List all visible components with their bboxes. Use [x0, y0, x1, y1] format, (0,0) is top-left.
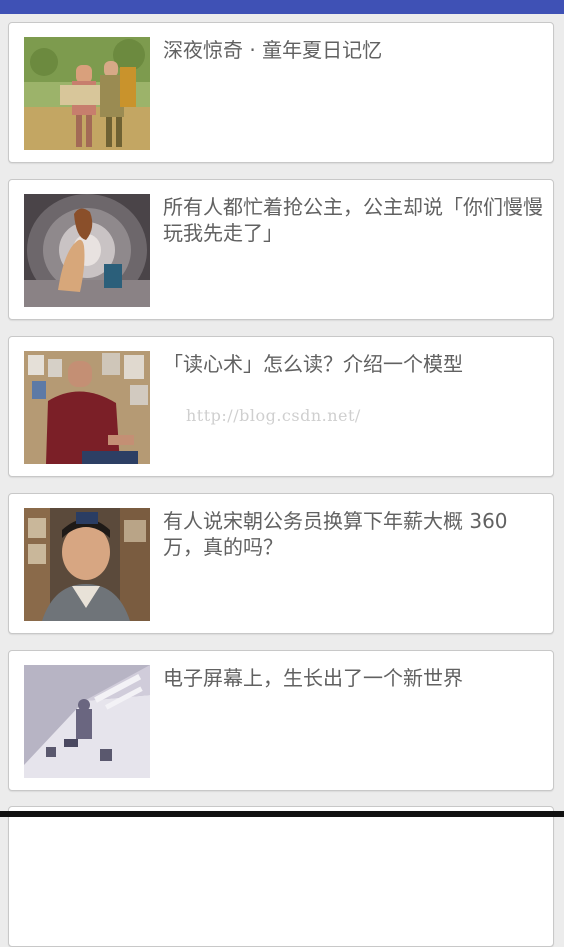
- status-bar: [0, 0, 564, 14]
- article-card[interactable]: 深夜惊奇 · 童年夏日记忆: [8, 22, 554, 163]
- article-title[interactable]: 有人说宋朝公务员换算下年薪大概 360 万，真的吗？: [163, 508, 543, 560]
- article-card[interactable]: 电子屏幕上，生长出了一个新世界: [8, 650, 554, 791]
- article-card[interactable]: 所有人都忙着抢公主，公主却说「你们慢慢玩我先走了」: [8, 179, 554, 320]
- article-thumbnail[interactable]: [24, 351, 150, 464]
- article-thumbnail[interactable]: [24, 508, 150, 621]
- article-title[interactable]: 所有人都忙着抢公主，公主却说「你们慢慢玩我先走了」: [163, 194, 543, 246]
- article-thumbnail[interactable]: [24, 37, 150, 150]
- article-card[interactable]: 有人说宋朝公务员换算下年薪大概 360 万，真的吗？: [8, 493, 554, 634]
- article-thumbnail[interactable]: [24, 665, 150, 778]
- watermark-text: http://blog.csdn.net/: [186, 406, 361, 425]
- article-title[interactable]: 深夜惊奇 · 童年夏日记忆: [163, 37, 543, 63]
- article-thumbnail[interactable]: [24, 194, 150, 307]
- bottom-edge-bar: [0, 811, 564, 817]
- article-title[interactable]: 电子屏幕上，生长出了一个新世界: [163, 665, 543, 691]
- article-title[interactable]: 「读心术」怎么读？介绍一个模型: [163, 351, 543, 377]
- article-card[interactable]: [8, 806, 554, 947]
